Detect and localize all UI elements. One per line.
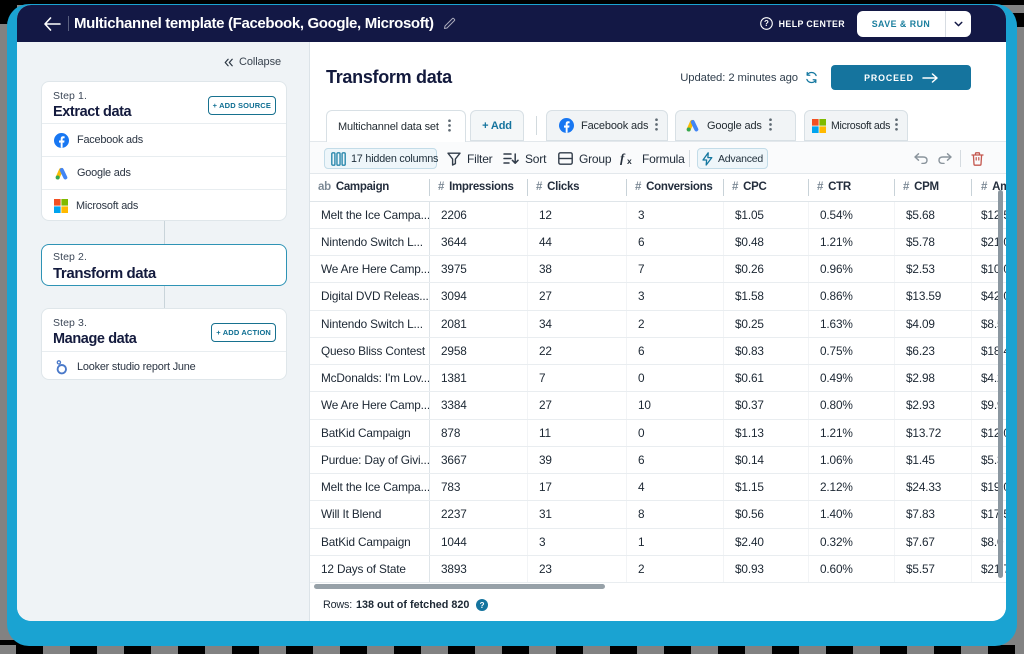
svg-text:?: ?: [764, 19, 769, 28]
svg-text:?: ?: [480, 601, 485, 610]
svg-text:f: f: [620, 152, 626, 165]
svg-text:x: x: [627, 156, 632, 165]
